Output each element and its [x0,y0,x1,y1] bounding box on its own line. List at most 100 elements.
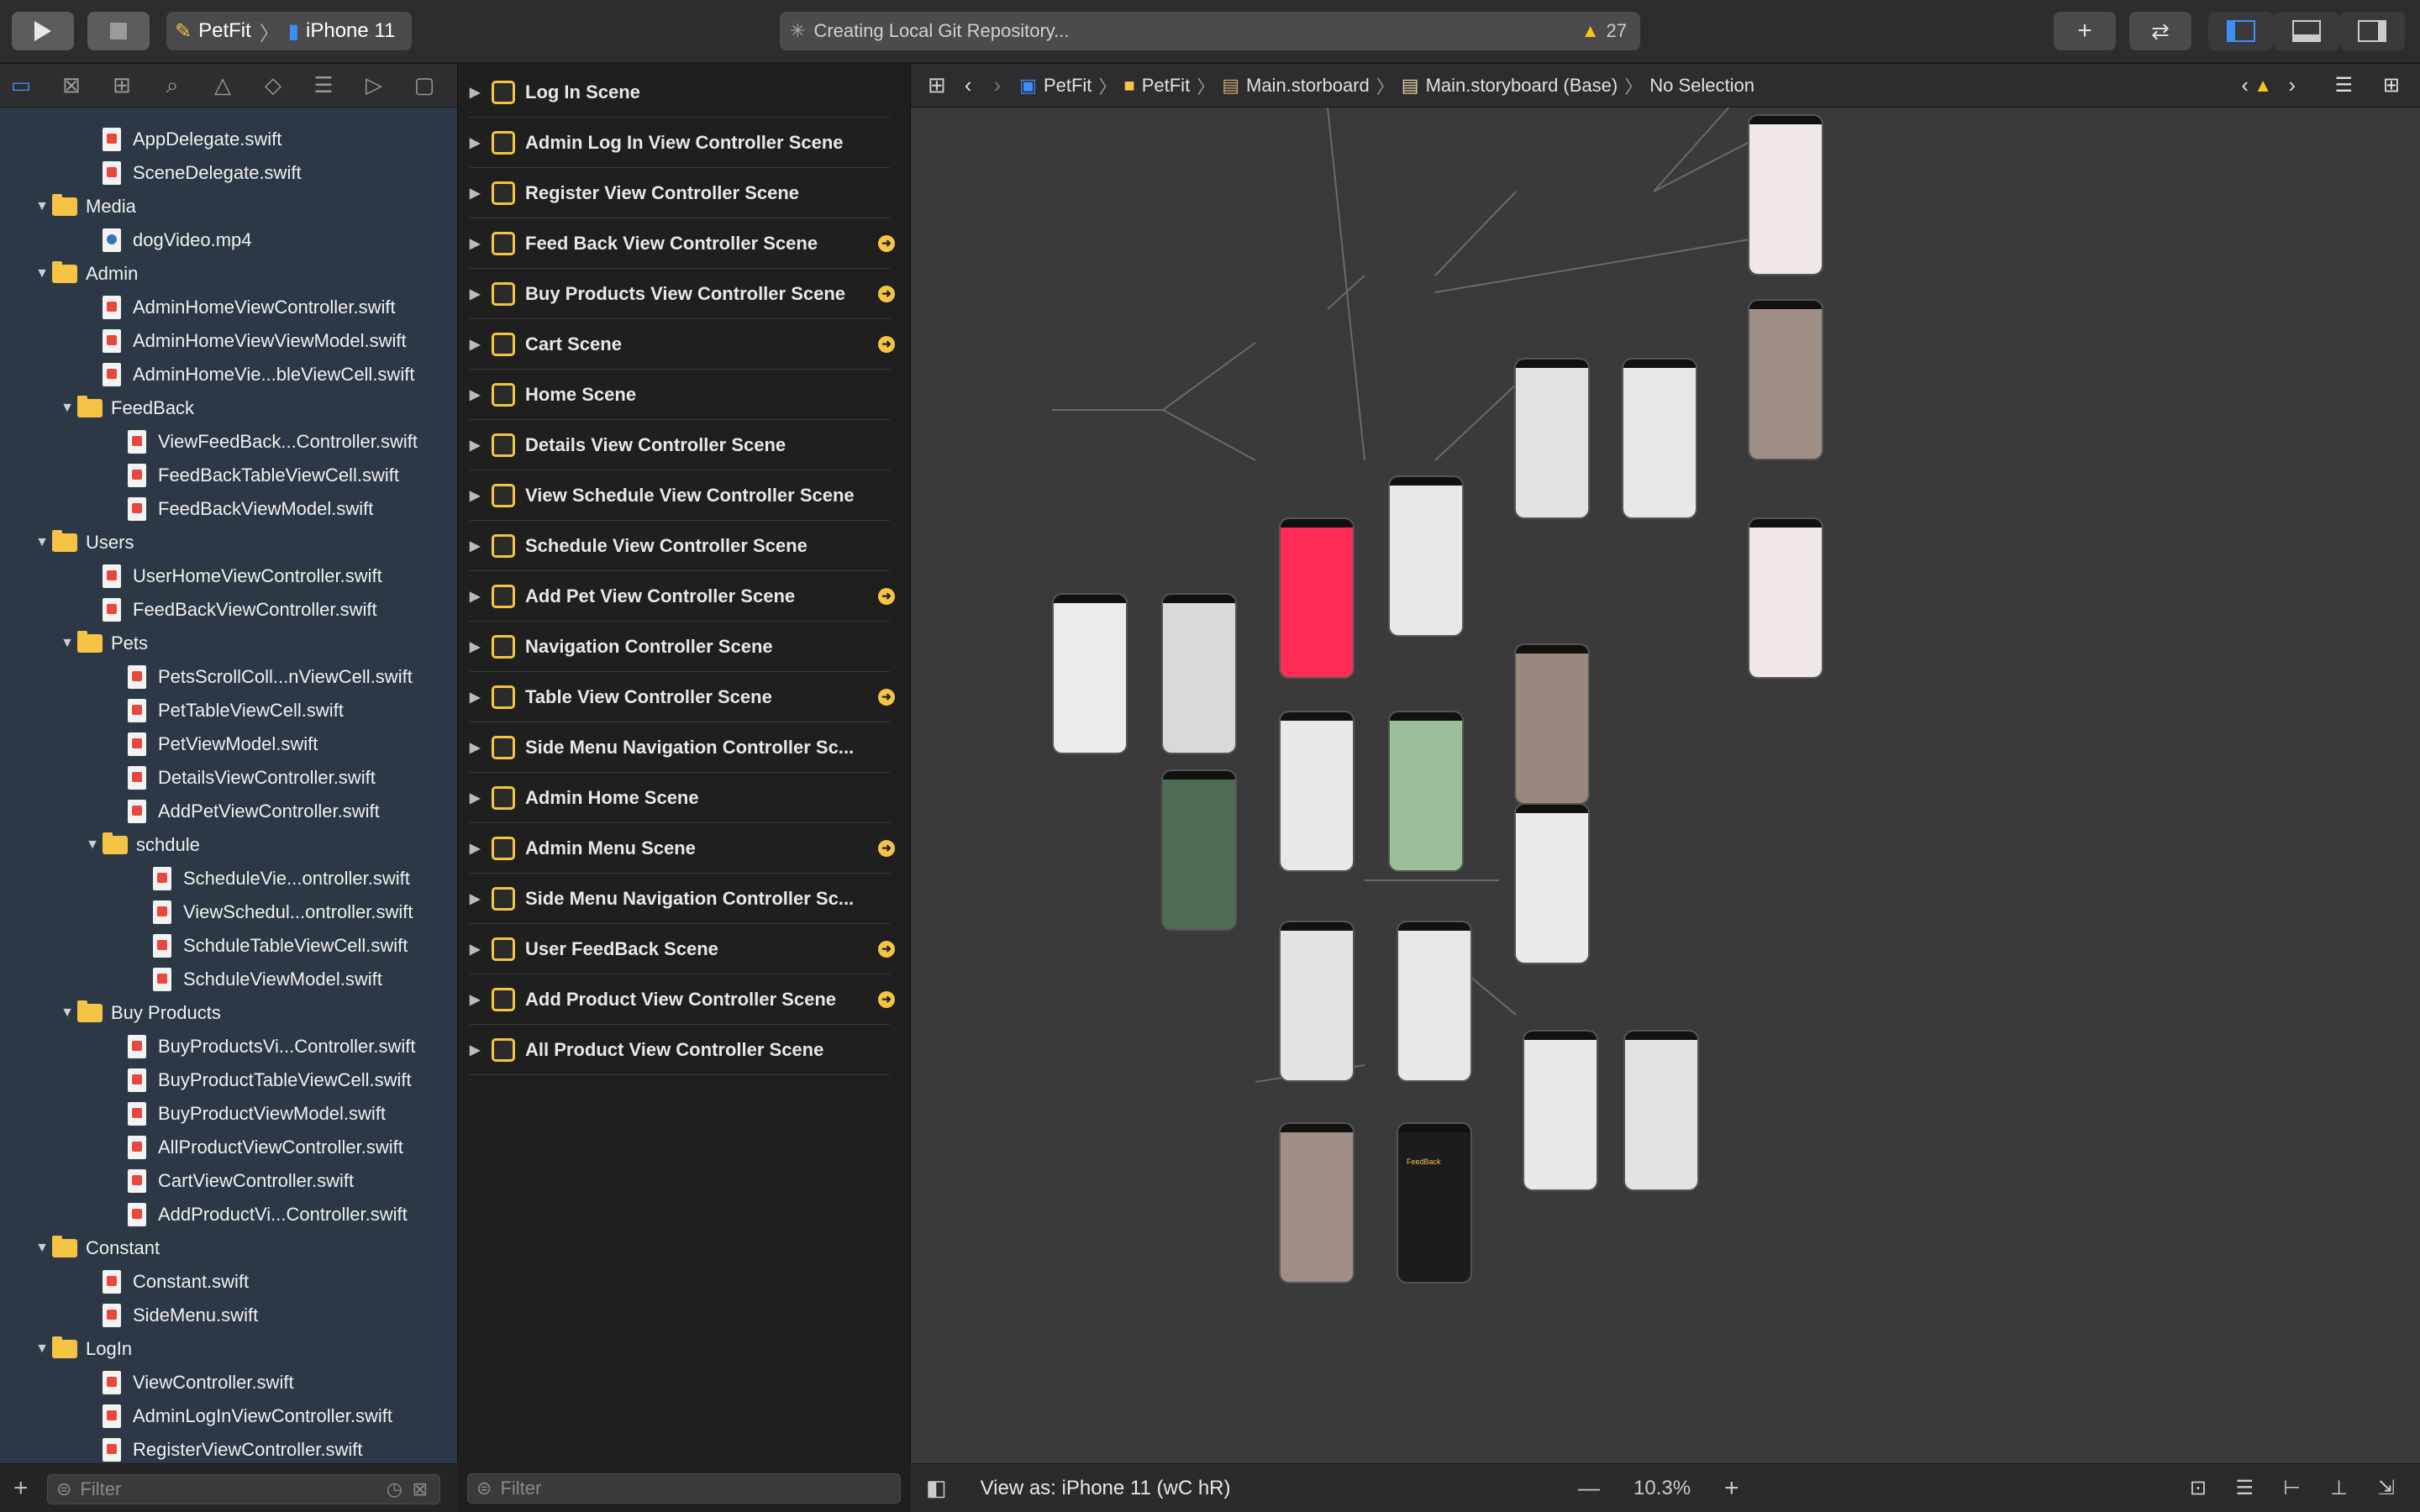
navigator-folder[interactable]: ▼ LogIn [32,1332,132,1366]
navigator-file[interactable]: ViewSchedul...ontroller.swift [153,895,413,929]
navigator-file[interactable]: RegisterViewController.swift [103,1433,362,1463]
toggle-debug-area-button[interactable] [2274,12,2339,50]
breadcrumb-group[interactable]: PetFit [1142,75,1190,97]
breadcrumb-storyboard-base[interactable]: Main.storyboard (Base) [1426,75,1618,97]
navigator-file[interactable]: AppDelegate.swift [103,123,281,156]
disclosure-triangle-icon[interactable]: ▼ [82,837,103,853]
disclosure-triangle-icon[interactable]: ▼ [57,636,77,651]
disclosure-triangle-icon[interactable]: ▶ [470,437,492,454]
navigator-folder[interactable]: ▼ Pets [57,627,148,660]
segue-arrow-icon[interactable]: ➜ [878,688,895,706]
outline-scene-row[interactable]: ▶ Add Product View Controller Scene ➜ [470,974,895,1025]
disclosure-triangle-icon[interactable]: ▶ [470,790,492,806]
forward-icon[interactable]: › [993,72,1001,98]
outline-scene-row[interactable]: ▶ Buy Products View Controller Scene ➜ [470,269,895,319]
navigator-file[interactable]: ViewFeedBack...Controller.swift [128,425,418,459]
navigator-file[interactable]: SchduleTableViewCell.swift [153,929,408,963]
navigator-file[interactable]: AdminLogInViewController.swift [103,1399,392,1433]
outline-scene-row[interactable]: ▶ Schedule View Controller Scene [470,521,890,571]
breadcrumb-project[interactable]: PetFit [1044,75,1092,97]
outline-scene-row[interactable]: ▶ Feed Back View Controller Scene ➜ [470,218,895,269]
segue-arrow-icon[interactable]: ➜ [878,990,895,1008]
disclosure-triangle-icon[interactable]: ▶ [470,890,492,907]
back-icon[interactable]: ‹ [965,72,972,98]
storyboard-scene[interactable] [1163,595,1235,753]
storyboard-scene[interactable] [1623,360,1696,517]
recent-files-icon[interactable]: ◷ [387,1478,402,1500]
add-editor-icon[interactable]: ⊞ [2383,73,2400,97]
navigator-file[interactable]: FeedBackTableViewCell.swift [128,459,399,492]
navigator-file[interactable]: SideMenu.swift [103,1299,258,1332]
disclosure-triangle-icon[interactable]: ▶ [470,941,492,958]
embed-in-stack-icon[interactable]: ☰ [2235,1476,2254,1500]
outline-scene-row[interactable]: ▶ All Product View Controller Scene [470,1025,890,1075]
outline-filter-input[interactable]: ⊜ Filter [467,1473,901,1504]
navigator-file[interactable]: AddPetViewController.swift [128,795,380,828]
storyboard-scene[interactable] [1281,922,1353,1080]
zoom-in-icon[interactable]: + [1724,1474,1739,1503]
segue-arrow-icon[interactable]: ➜ [878,940,895,958]
stop-button[interactable] [87,12,150,50]
navigator-folder[interactable]: ▼ Buy Products [57,996,221,1030]
storyboard-scene[interactable] [1398,922,1470,1080]
navigator-folder[interactable]: ▼ Media [32,190,136,223]
source-control-icon[interactable]: ⊠ [59,72,84,98]
related-items-icon[interactable]: ⊞ [928,72,946,98]
update-frames-icon[interactable]: ⊡ [2190,1476,2207,1500]
breadcrumb-storyboard[interactable]: Main.storboard [1246,75,1370,97]
disclosure-triangle-icon[interactable]: ▼ [32,1241,52,1256]
outline-scene-row[interactable]: ▶ Log In Scene [470,67,890,118]
navigator-file[interactable]: AddProductVi...Controller.swift [128,1198,408,1231]
segue-arrow-icon[interactable]: ➜ [878,335,895,353]
disclosure-triangle-icon[interactable]: ▶ [470,739,492,756]
storyboard-scene[interactable] [1281,1124,1353,1282]
navigator-file[interactable]: FeedBackViewController.swift [103,593,377,627]
disclosure-triangle-icon[interactable]: ▶ [470,538,492,554]
toggle-outline-icon[interactable]: ◧ [926,1475,947,1501]
navigator-file[interactable]: BuyProductTableViewCell.swift [128,1063,412,1097]
library-button[interactable]: + [2054,12,2116,50]
outline-scene-row[interactable]: ▶ Register View Controller Scene [470,168,890,218]
storyboard-scene[interactable] [1163,771,1235,929]
navigator-file[interactable]: BuyProductViewModel.swift [128,1097,386,1131]
segue-arrow-icon[interactable]: ➜ [878,285,895,302]
next-issue-icon[interactable]: › [2288,72,2296,98]
navigator-file[interactable]: PetViewModel.swift [128,727,318,761]
breakpoint-navigator-icon[interactable]: ▷ [361,72,387,98]
navigator-file[interactable]: SchduleViewModel.swift [153,963,382,996]
disclosure-triangle-icon[interactable]: ▶ [470,638,492,655]
storyboard-scene[interactable] [1524,1032,1597,1189]
toggle-navigator-button[interactable] [2208,12,2274,50]
disclosure-triangle-icon[interactable]: ▶ [470,487,492,504]
disclosure-triangle-icon[interactable]: ▶ [470,185,492,202]
view-as-label[interactable]: View as: iPhone 11 (wC hR) [981,1477,1231,1500]
storyboard-scene[interactable] [1625,1032,1697,1189]
disclosure-triangle-icon[interactable]: ▶ [470,689,492,706]
outline-scene-row[interactable]: ▶ Navigation Controller Scene [470,622,890,672]
storyboard-scene[interactable] [1749,301,1822,459]
storyboard-canvas[interactable]: FeedBack [911,108,2420,1463]
disclosure-triangle-icon[interactable]: ▼ [32,199,52,214]
outline-scene-row[interactable]: ▶ Admin Menu Scene ➜ [470,823,895,874]
outline-scene-row[interactable]: ▶ User FeedBack Scene ➜ [470,924,895,974]
disclosure-triangle-icon[interactable]: ▶ [470,1042,492,1058]
navigator-file[interactable]: PetTableViewCell.swift [128,694,344,727]
navigator-file[interactable]: ScheduleVie...ontroller.swift [153,862,410,895]
navigator-file[interactable]: PetsScrollColl...nViewCell.swift [128,660,413,694]
source-control-filter-icon[interactable]: ⊠ [413,1478,428,1500]
disclosure-triangle-icon[interactable]: ▶ [470,134,492,151]
navigator-file[interactable]: AdminHomeViewViewModel.swift [103,324,407,358]
add-file-icon[interactable]: + [13,1474,29,1503]
navigator-folder[interactable]: ▼ Admin [32,257,138,291]
test-navigator-icon[interactable]: ◇ [260,72,286,98]
align-icon[interactable]: ⊢ [2283,1476,2301,1500]
disclosure-triangle-icon[interactable]: ▶ [470,336,492,353]
outline-scene-row[interactable]: ▶ Table View Controller Scene ➜ [470,672,895,722]
report-navigator-icon[interactable]: ▢ [412,72,437,98]
storyboard-scene[interactable] [1054,595,1126,753]
outline-scene-row[interactable]: ▶ Cart Scene ➜ [470,319,895,370]
navigator-file[interactable]: DetailsViewController.swift [128,761,376,795]
storyboard-scene[interactable] [1281,712,1353,870]
disclosure-triangle-icon[interactable]: ▼ [32,266,52,281]
symbol-navigator-icon[interactable]: ⊞ [109,72,134,98]
